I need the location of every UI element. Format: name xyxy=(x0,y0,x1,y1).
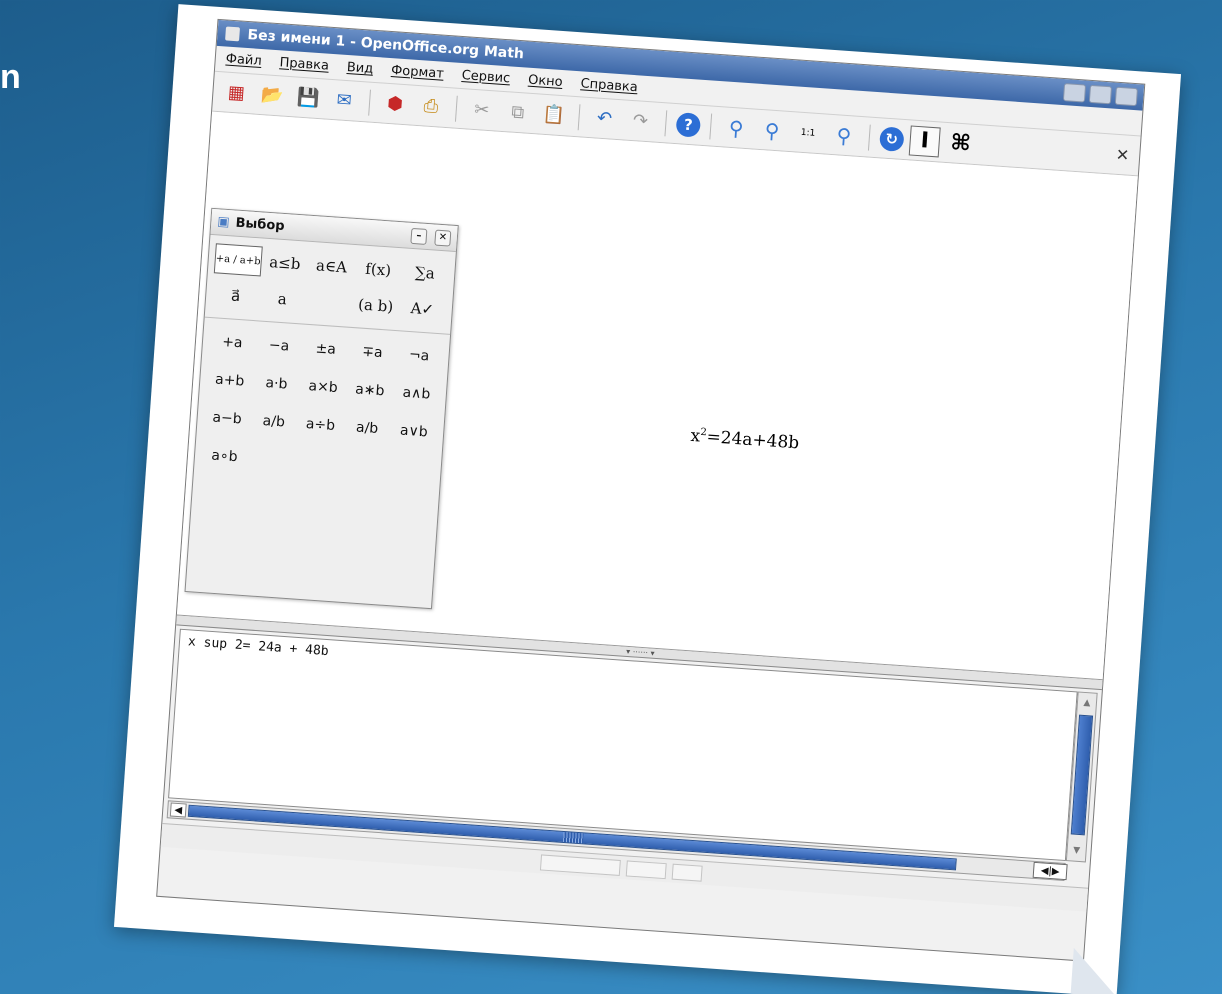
op-a-slash-b[interactable]: a/b xyxy=(343,416,391,441)
op-plusminus-a[interactable]: ±a xyxy=(302,337,350,362)
help-icon[interactable]: ? xyxy=(675,111,702,138)
text-cursor-icon[interactable]: I xyxy=(908,124,941,157)
op-a-plus-b[interactable]: a+b xyxy=(206,368,254,393)
page-curl xyxy=(1070,947,1120,994)
status-field xyxy=(625,860,667,880)
op-a-times-b[interactable]: a×b xyxy=(299,374,347,399)
menu-help[interactable]: Справка xyxy=(580,76,638,95)
scroll-left-icon[interactable]: ◀ xyxy=(169,802,187,818)
undo-icon[interactable]: ↶ xyxy=(589,103,621,135)
toolbar-separator xyxy=(709,112,713,140)
toolbar-separator xyxy=(454,95,458,122)
math-window: Без имени 1 - OpenOffice.org Math Файл П… xyxy=(156,18,1146,962)
zoom-100-icon[interactable]: 1:1 xyxy=(792,117,824,149)
category-others[interactable]: a xyxy=(258,282,307,315)
op-a-cdot-b[interactable]: a·b xyxy=(252,371,300,396)
scroll-down-icon[interactable]: ▼ xyxy=(1069,842,1084,859)
cut-icon[interactable]: ✂ xyxy=(466,94,498,126)
menu-tools[interactable]: Сервис xyxy=(461,68,511,86)
menu-format[interactable]: Формат xyxy=(391,63,445,82)
maximize-button[interactable] xyxy=(1088,84,1113,105)
formula-rhs: =24a+48b xyxy=(705,426,800,454)
op-a-minus-b[interactable]: a−b xyxy=(203,406,251,431)
email-icon[interactable]: ✉ xyxy=(328,84,360,116)
app-icon xyxy=(225,26,241,42)
zoom-all-icon[interactable]: ⚲ xyxy=(828,119,860,151)
panel-controls: – ✕ xyxy=(410,227,452,247)
zoom-100-label: 1:1 xyxy=(800,127,816,139)
scroll-left-right-icon[interactable]: ◀|▶ xyxy=(1032,861,1068,881)
command-icon[interactable]: ⌘ xyxy=(945,127,977,159)
menu-file[interactable]: Файл xyxy=(225,52,262,69)
scroll-grip xyxy=(562,831,584,844)
status-field xyxy=(671,863,703,882)
photo-card: Без имени 1 - OpenOffice.org Math Файл П… xyxy=(113,4,1182,994)
pdf-export-icon[interactable]: ⬢ xyxy=(379,88,411,120)
redo-icon[interactable]: ↷ xyxy=(624,105,656,137)
zoom-in-icon[interactable]: ⚲ xyxy=(720,112,752,144)
category-attributes[interactable]: a⃗ xyxy=(211,279,260,312)
menu-window[interactable]: Окно xyxy=(528,73,564,90)
window-controls xyxy=(1062,83,1144,107)
toolbar-separator xyxy=(867,124,871,151)
panel-icon: ▣ xyxy=(216,214,231,231)
selection-panel: ▣ Выбор – ✕ +a / a+b a≤b a∈A f(x) ∑a a⃗ … xyxy=(184,207,459,610)
op-a-circ-b[interactable]: a∘b xyxy=(200,444,248,469)
status-field xyxy=(539,854,621,876)
op-a-ast-b[interactable]: a∗b xyxy=(346,378,394,403)
paste-icon[interactable]: 📋 xyxy=(538,99,570,131)
panel-close-button[interactable]: ✕ xyxy=(434,229,452,247)
category-format[interactable]: A✓ xyxy=(398,292,447,325)
op-minusplus-a[interactable]: ∓a xyxy=(348,340,396,365)
op-a-and-b[interactable]: a∧b xyxy=(392,381,440,406)
copy-icon[interactable]: ⧉ xyxy=(502,96,534,128)
op-not-a[interactable]: ¬a xyxy=(395,343,443,368)
category-functions[interactable]: f(x) xyxy=(354,253,403,286)
op-a-or-b[interactable]: a∨b xyxy=(390,419,438,444)
category-empty xyxy=(305,286,354,319)
print-icon[interactable]: ⎙ xyxy=(415,90,447,122)
toolbar-separator xyxy=(368,89,372,116)
op-a-over-b[interactable]: a/b xyxy=(250,409,298,434)
close-window-button[interactable] xyxy=(1114,86,1138,107)
category-relations[interactable]: a≤b xyxy=(260,247,309,280)
menu-view[interactable]: Вид xyxy=(346,60,373,77)
op-a-div-b[interactable]: a÷b xyxy=(296,412,344,437)
open-folder-icon[interactable]: 📂 xyxy=(256,79,288,111)
category-unary-binary[interactable]: +a / a+b xyxy=(213,243,263,277)
close-document-icon[interactable]: ✕ xyxy=(1115,145,1130,165)
scroll-up-icon[interactable]: ▲ xyxy=(1079,695,1094,712)
category-operators[interactable]: ∑a xyxy=(401,256,450,289)
zoom-out-icon[interactable]: ⚲ xyxy=(756,114,788,146)
panel-minimize-button[interactable]: – xyxy=(410,227,428,245)
slide-title-fragment: n xyxy=(0,58,21,96)
category-set-operations[interactable]: a∈A xyxy=(307,250,356,283)
toolbar-separator xyxy=(577,103,581,130)
minimize-button[interactable] xyxy=(1062,83,1087,103)
new-document-icon[interactable]: ▦ xyxy=(220,77,252,109)
rendered-formula: x2=24a+48b xyxy=(690,426,800,454)
vertical-scroll-thumb[interactable] xyxy=(1070,714,1094,836)
toolbar-separator xyxy=(664,109,668,136)
menu-edit[interactable]: Правка xyxy=(279,55,329,73)
operator-grid: +a −a ±a ∓a ¬a a+b a·b a×b a∗b a∧b a−b a… xyxy=(194,318,451,495)
refresh-icon[interactable]: ↻ xyxy=(879,125,905,152)
op-minus-a[interactable]: −a xyxy=(255,333,303,358)
selection-panel-title: Выбор xyxy=(235,215,286,234)
formula-document-view[interactable]: x2=24a+48b ▣ Выбор – ✕ +a / a+b a≤b a∈A … xyxy=(176,111,1140,681)
category-brackets[interactable]: (a b) xyxy=(351,289,400,322)
save-icon[interactable]: 💾 xyxy=(292,82,324,114)
op-plus-a[interactable]: +a xyxy=(208,330,256,355)
